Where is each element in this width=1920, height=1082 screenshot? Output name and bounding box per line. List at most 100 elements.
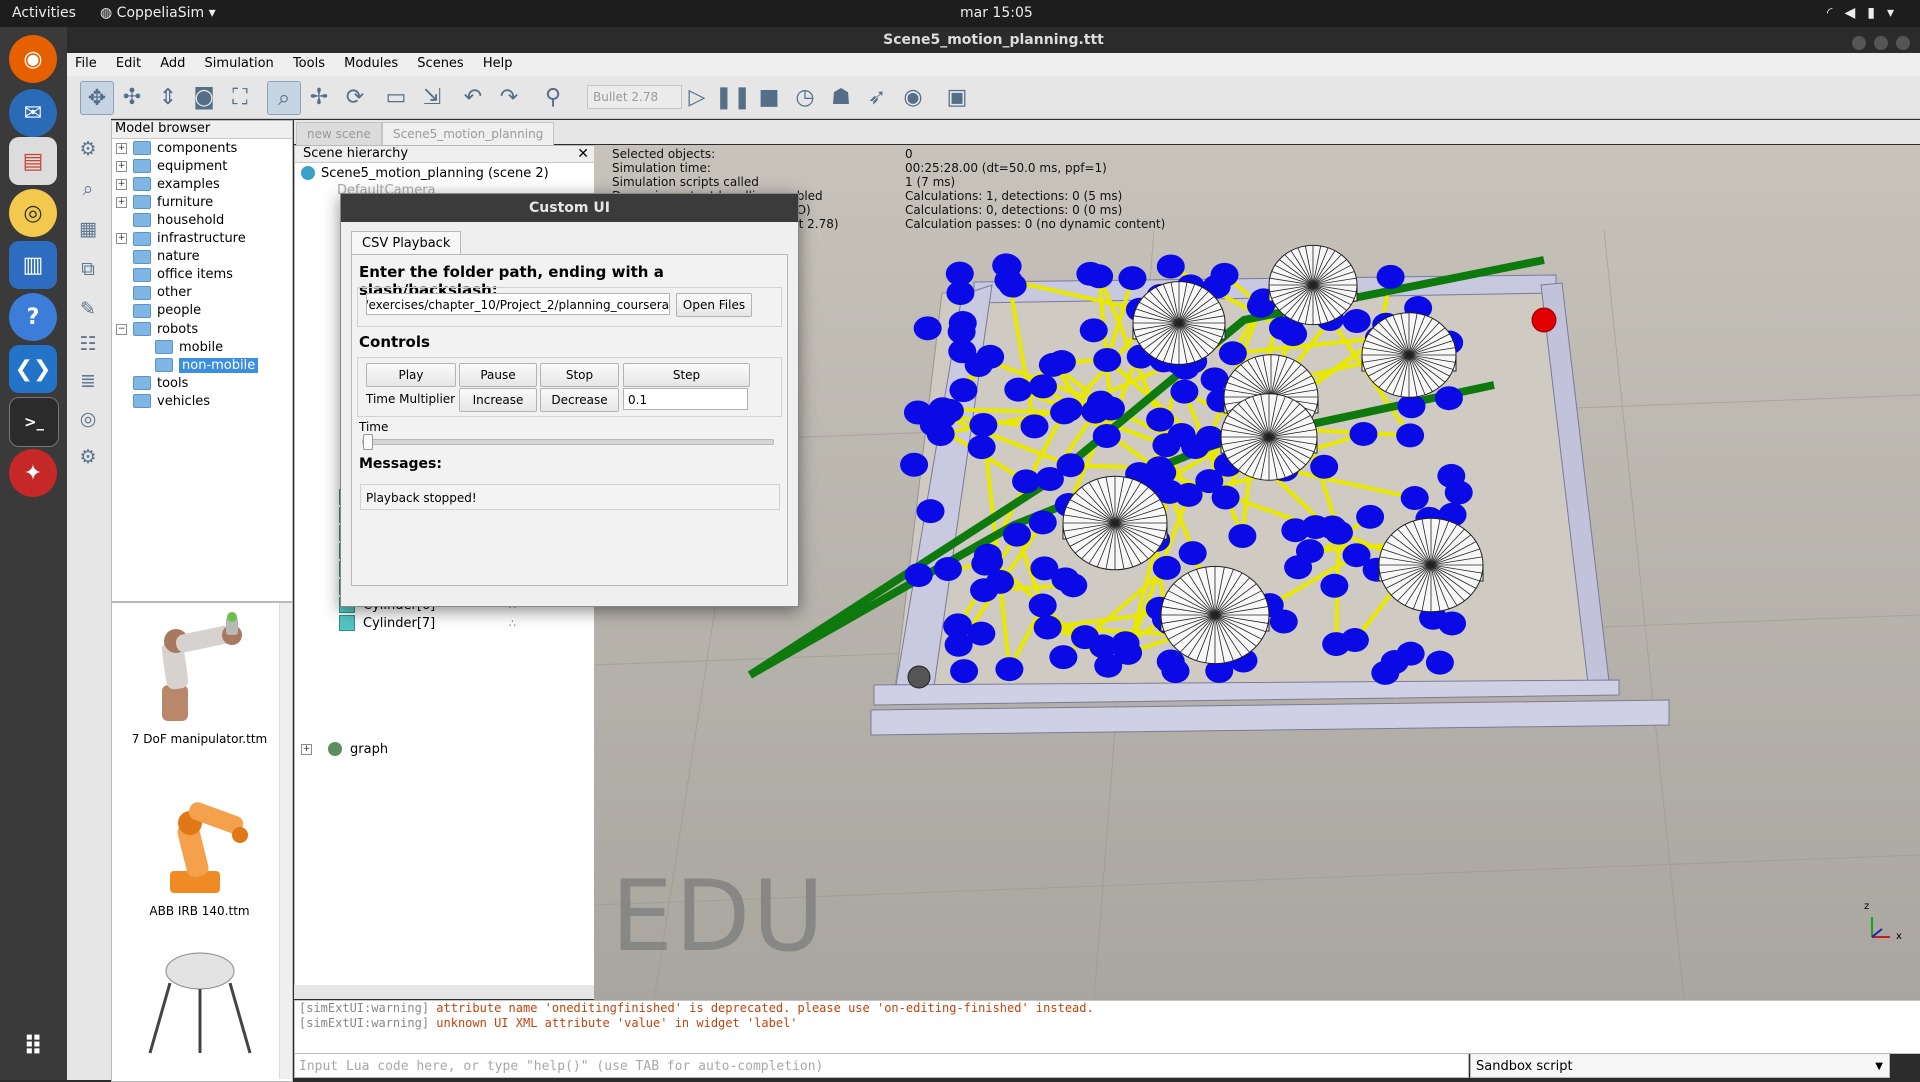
increase-button[interactable]: Increase <box>459 388 537 412</box>
firefox-icon[interactable]: ◉ <box>9 35 57 83</box>
thumbnail-abb-irb-140[interactable]: ABB IRB 140.ttm <box>117 783 282 918</box>
thumbnail-scrollbar[interactable] <box>279 603 292 1079</box>
expand-icon[interactable]: + <box>116 160 127 172</box>
model-folder-item[interactable]: office items <box>116 266 233 284</box>
menu-file[interactable]: File <box>67 53 104 71</box>
terminal-icon[interactable]: >_ <box>9 397 59 447</box>
menu-tools[interactable]: Tools <box>285 53 332 71</box>
layers-icon[interactable]: ≣ <box>75 368 101 394</box>
writer-icon[interactable]: ▥ <box>9 241 57 289</box>
collections-icon[interactable]: ⧉ <box>75 256 101 282</box>
undo-icon[interactable]: ↶ <box>457 81 489 113</box>
script-select[interactable]: Sandbox script ▼ <box>1470 1053 1890 1078</box>
stop-button[interactable]: Stop <box>540 363 619 387</box>
script-icon[interactable]: ∴ <box>509 617 516 630</box>
camera-shift-icon[interactable]: ⇕ <box>152 81 184 113</box>
expand-icon[interactable]: − <box>116 323 127 335</box>
camera-angle-icon[interactable]: ◙ <box>188 81 220 113</box>
faster-icon[interactable]: ➶ <box>861 81 893 113</box>
model-folder-item[interactable]: − robots <box>116 320 198 338</box>
menu-scenes[interactable]: Scenes <box>409 53 470 71</box>
hierarchy-scrollbar[interactable] <box>294 985 594 999</box>
user-settings-icon[interactable]: ⚙ <box>75 444 101 470</box>
model-folder-item[interactable]: vehicles <box>116 392 210 410</box>
video-recorder-icon[interactable]: ◎ <box>75 406 101 432</box>
expand-icon[interactable]: + <box>116 233 127 244</box>
threaded-rendering-icon[interactable]: ◉ <box>897 81 929 113</box>
slower-icon[interactable]: ☗ <box>825 81 857 113</box>
rhythmbox-icon[interactable]: ◎ <box>9 189 57 237</box>
realtime-icon[interactable]: ◷ <box>789 81 821 113</box>
coppeliasim-icon[interactable]: ✦ <box>9 449 57 497</box>
camera-rotate-icon[interactable]: ✣ <box>116 81 148 113</box>
lua-command-input[interactable]: Input Lua code here, or type "help()" (u… <box>294 1053 1469 1078</box>
minimize-button[interactable] <box>1852 36 1866 50</box>
camera-pan-icon[interactable]: ✥ <box>80 81 114 115</box>
pause-simulation-icon[interactable]: ❚❚ <box>715 81 752 113</box>
model-folder-item[interactable]: + components <box>116 139 237 157</box>
transfer-dna-icon[interactable]: ⇲ <box>416 81 448 113</box>
tab-new-scene[interactable]: new scene <box>296 122 382 145</box>
scene-manager-icon[interactable]: ▣ <box>941 81 973 113</box>
model-folder-item[interactable]: + furniture <box>116 193 213 211</box>
menu-help[interactable]: Help <box>475 53 520 71</box>
scripts-icon[interactable]: ✎ <box>75 296 101 322</box>
start-simulation-icon[interactable]: ▷ <box>681 81 713 113</box>
shape-edit-icon[interactable]: ☷ <box>75 331 101 357</box>
time-multiplier-input[interactable]: 0.1 <box>623 388 748 410</box>
dynamics-icon[interactable]: ⚲ <box>537 81 569 113</box>
scene-root[interactable]: Scene5_motion_planning (scene 2) <box>301 164 549 182</box>
object-properties-icon[interactable]: ⌕ <box>75 176 101 202</box>
click-select-icon[interactable]: ⌕ <box>267 81 301 115</box>
time-slider-handle[interactable] <box>363 434 373 450</box>
folder-path-input[interactable]: exercises/chapter_10/Project_2/planning_… <box>366 293 670 315</box>
expand-icon[interactable]: + <box>116 142 127 154</box>
expand-icon[interactable]: + <box>301 743 312 755</box>
menu-edit[interactable]: Edit <box>108 53 148 71</box>
graph-item[interactable]: + graph <box>301 740 388 758</box>
fit-to-view-icon[interactable]: ⛶ <box>224 81 256 113</box>
model-folder-item[interactable]: household <box>116 211 224 229</box>
cylinder-item[interactable]: Cylinder[7] ∴ <box>339 614 516 632</box>
close-icon[interactable]: ✕ <box>577 146 589 162</box>
model-folder-item[interactable]: people <box>116 302 201 320</box>
thumbnail-7dof-manipulator[interactable]: 7 DoF manipulator.ttm <box>117 611 282 746</box>
model-folder-item[interactable]: + equipment <box>116 157 227 175</box>
menu-add[interactable]: Add <box>152 53 192 71</box>
play-button[interactable]: Play <box>366 363 456 387</box>
calculation-modules-icon[interactable]: ▦ <box>75 216 101 242</box>
model-folder-item[interactable]: + infrastructure <box>116 230 246 248</box>
open-files-button[interactable]: Open Files <box>676 293 752 317</box>
tab-scene5[interactable]: Scene5_motion_planning <box>382 122 555 145</box>
activities-button[interactable]: Activities <box>12 5 76 21</box>
model-folder-item[interactable]: other <box>116 284 192 302</box>
thunderbird-icon[interactable]: ✉ <box>9 89 57 137</box>
vscode-icon[interactable]: ❮❯ <box>9 345 57 393</box>
object-shift-icon[interactable]: ✢ <box>303 81 335 113</box>
decrease-button[interactable]: Decrease <box>540 388 619 412</box>
assemble-icon[interactable]: ▭ <box>380 81 412 113</box>
simulation-settings-icon[interactable]: ⚙ <box>75 136 101 162</box>
system-tray[interactable]: ◜◀▮▾ <box>1827 5 1906 21</box>
app-menu[interactable]: ◍ CoppeliaSim ▾ <box>100 5 216 21</box>
object-rotate-icon[interactable]: ⟳ <box>339 81 371 113</box>
help-icon[interactable]: ? <box>9 293 57 341</box>
expand-icon[interactable]: + <box>116 178 127 190</box>
step-button[interactable]: Step <box>623 363 750 387</box>
stop-simulation-icon[interactable]: ■ <box>753 81 785 113</box>
model-folder-item[interactable]: nature <box>116 248 200 266</box>
physics-engine-select[interactable]: Bullet 2.78 <box>587 85 682 109</box>
close-window-button[interactable] <box>1896 36 1910 50</box>
maximize-button[interactable] <box>1874 36 1888 50</box>
model-folder-item[interactable]: mobile <box>138 338 223 356</box>
model-folder-item[interactable]: + examples <box>116 175 220 193</box>
tab-csv-playback[interactable]: CSV Playback <box>351 231 462 255</box>
pause-button[interactable]: Pause <box>459 363 537 387</box>
thumbnail-delta-robot[interactable] <box>117 943 282 1066</box>
time-slider-track[interactable] <box>362 434 774 450</box>
clock[interactable]: mar 15:05 <box>960 5 1033 21</box>
show-apps-icon[interactable]: ⠿ <box>9 1023 57 1071</box>
custom-ui-title[interactable]: Custom UI <box>341 194 798 222</box>
files-icon[interactable]: ▤ <box>9 137 57 185</box>
model-folder-item[interactable]: tools <box>116 374 188 392</box>
